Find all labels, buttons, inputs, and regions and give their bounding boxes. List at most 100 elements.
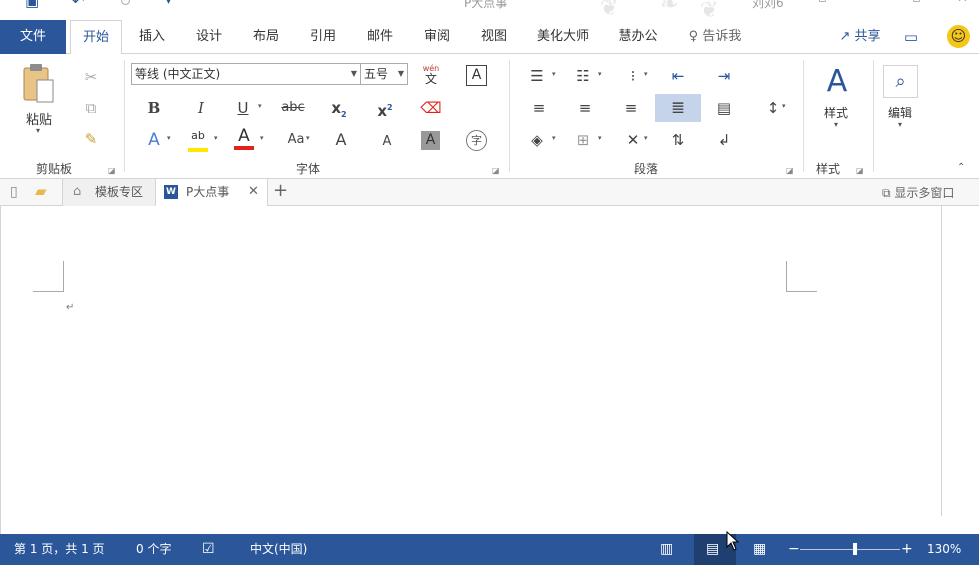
document-area[interactable]: ↵ (0, 206, 979, 534)
editing-dropdown-icon[interactable]: ▾ (898, 120, 902, 129)
tab-document[interactable]: W P大点事 ✕ (156, 179, 268, 207)
tab-view[interactable]: 视图 (472, 20, 516, 54)
font-name-combo[interactable]: 等线 (中文正文) ▼ (131, 63, 361, 85)
tab-review[interactable]: 审阅 (415, 20, 459, 54)
minimize-icon[interactable]: — (868, 0, 881, 6)
new-doc-icon[interactable]: ▯ (10, 184, 18, 200)
clear-formatting-icon[interactable]: ⌫ (418, 95, 444, 121)
show-marks-icon[interactable]: ↲ (711, 127, 737, 153)
user-name[interactable]: 刘刘6 (752, 0, 784, 11)
enclose-char-icon[interactable]: 字 (466, 130, 487, 151)
clipboard-launcher-icon[interactable]: ◪ (108, 166, 116, 175)
bullets-dropdown-icon[interactable]: ▾ (552, 70, 556, 78)
tab-template-zone[interactable]: ⌂ 模板专区 (62, 179, 156, 206)
superscript-icon[interactable]: x2 (372, 95, 398, 121)
numbering-dropdown-icon[interactable]: ▾ (598, 70, 602, 78)
styles-gallery-icon[interactable]: A (817, 62, 857, 102)
shading-dropdown-icon[interactable]: ▾ (552, 134, 556, 142)
sort-icon[interactable]: ⇅ (665, 127, 691, 153)
bullets-icon[interactable]: ☰ (524, 63, 550, 89)
share-button[interactable]: ↗ 共享 (832, 20, 888, 54)
tab-references[interactable]: 引用 (301, 20, 345, 54)
distributed-icon[interactable]: ▤ (711, 95, 737, 121)
font-color-icon[interactable]: A (232, 126, 256, 152)
paste-icon[interactable] (20, 62, 58, 112)
search-icon[interactable]: ⌕ (883, 65, 918, 98)
tell-me-box[interactable]: ♀ 告诉我 (684, 20, 746, 54)
close-tab-icon[interactable]: ✕ (248, 179, 259, 205)
zoom-in-icon[interactable]: + (901, 534, 913, 565)
zoom-slider[interactable] (800, 543, 900, 555)
borders-icon[interactable]: ⊞ (570, 127, 596, 153)
multi-window-button[interactable]: ⧉ 显示多窗口 (882, 184, 954, 201)
justify-icon[interactable]: ≣ (655, 94, 701, 122)
copy-icon[interactable]: ⧉ (78, 95, 104, 121)
editing-label[interactable]: 编辑 (888, 104, 912, 121)
text-effect-icon[interactable]: A (141, 127, 167, 153)
paragraph-launcher-icon[interactable]: ◪ (786, 166, 794, 175)
paste-dropdown-icon[interactable]: ▾ (36, 126, 40, 135)
decrease-indent-icon[interactable]: ⇤ (665, 63, 691, 89)
highlight-icon[interactable]: ab (186, 128, 210, 154)
align-left-icon[interactable]: ≡ (526, 95, 552, 121)
zoom-level[interactable]: 130% (927, 534, 961, 565)
shading-icon[interactable]: ◈ (524, 127, 550, 153)
smiley-icon[interactable]: ☺ (947, 25, 970, 48)
text-effect-dropdown-icon[interactable]: ▾ (167, 134, 171, 142)
italic-icon[interactable]: I (188, 95, 214, 121)
font-launcher-icon[interactable]: ◪ (492, 166, 500, 175)
line-spacing-dropdown-icon[interactable]: ▾ (782, 102, 786, 110)
highlight-dropdown-icon[interactable]: ▾ (214, 134, 218, 142)
font-size-combo[interactable]: 五号 ▼ (360, 63, 408, 85)
web-layout-icon[interactable]: ▦ (753, 534, 766, 565)
tab-home[interactable]: 开始 (70, 20, 122, 55)
save-icon[interactable]: ▣ (25, 0, 39, 10)
format-painter-icon[interactable]: ✎ (78, 126, 104, 152)
read-mode-icon[interactable]: ▥ (660, 534, 673, 565)
borders-dropdown-icon[interactable]: ▾ (598, 134, 602, 142)
styles-label[interactable]: 样式 (824, 104, 848, 121)
close-icon[interactable]: ✕ (957, 0, 968, 6)
shrink-font-icon[interactable]: A (374, 129, 400, 155)
change-case-dropdown-icon[interactable]: ▾ (306, 134, 310, 142)
strikethrough-icon[interactable]: abc (280, 95, 306, 121)
subscript-icon[interactable]: x2 (326, 95, 352, 121)
tab-mailings[interactable]: 邮件 (358, 20, 402, 54)
page-count[interactable]: 第 1 页，共 1 页 (14, 534, 105, 565)
comments-icon[interactable]: ▭ (900, 20, 922, 54)
font-color-dropdown-icon[interactable]: ▾ (260, 134, 264, 142)
tab-layout[interactable]: 布局 (244, 20, 288, 54)
maximize-icon[interactable]: ▫ (912, 0, 921, 6)
align-center-icon[interactable]: ≡ (572, 95, 598, 121)
customize-qa-icon[interactable]: ▾ (166, 0, 171, 7)
multilevel-list-icon[interactable]: ⁝ (620, 63, 646, 89)
proofing-icon[interactable]: ☑ (202, 534, 215, 565)
tab-huibangong[interactable]: 慧办公 (612, 20, 664, 54)
collapse-ribbon-icon[interactable]: ⌃ (957, 162, 965, 173)
chinese-layout-dropdown-icon[interactable]: ▾ (644, 134, 648, 142)
char-shading-icon[interactable]: A (421, 131, 440, 150)
redo-icon[interactable]: ↻ (119, 0, 132, 10)
language-indicator[interactable]: 中文(中国) (250, 534, 307, 565)
underline-dropdown-icon[interactable]: ▾ (258, 102, 262, 110)
zoom-out-icon[interactable]: − (788, 534, 800, 565)
tab-insert[interactable]: 插入 (130, 20, 174, 54)
chinese-layout-icon[interactable]: ✕ (620, 127, 646, 153)
multilevel-dropdown-icon[interactable]: ▾ (644, 70, 648, 78)
align-right-icon[interactable]: ≡ (618, 95, 644, 121)
bold-icon[interactable]: B (141, 95, 167, 121)
styles-dropdown-icon[interactable]: ▾ (834, 120, 838, 129)
tab-meihua[interactable]: 美化大师 (533, 20, 593, 54)
underline-icon[interactable]: U (230, 95, 256, 121)
cut-icon[interactable]: ✂ (78, 64, 104, 90)
styles-launcher-icon[interactable]: ◪ (856, 166, 864, 175)
zoom-slider-thumb[interactable] (853, 543, 857, 555)
new-tab-icon[interactable]: + (273, 180, 288, 201)
increase-indent-icon[interactable]: ⇥ (711, 63, 737, 89)
numbering-icon[interactable]: ☷ (570, 63, 596, 89)
undo-icon[interactable]: ↶ (72, 0, 85, 10)
open-folder-icon[interactable]: ▰ (35, 182, 47, 200)
char-border-icon[interactable]: A (466, 65, 487, 86)
phonetic-guide-icon[interactable]: wén 文 (418, 63, 444, 85)
grow-font-icon[interactable]: A (328, 127, 354, 153)
